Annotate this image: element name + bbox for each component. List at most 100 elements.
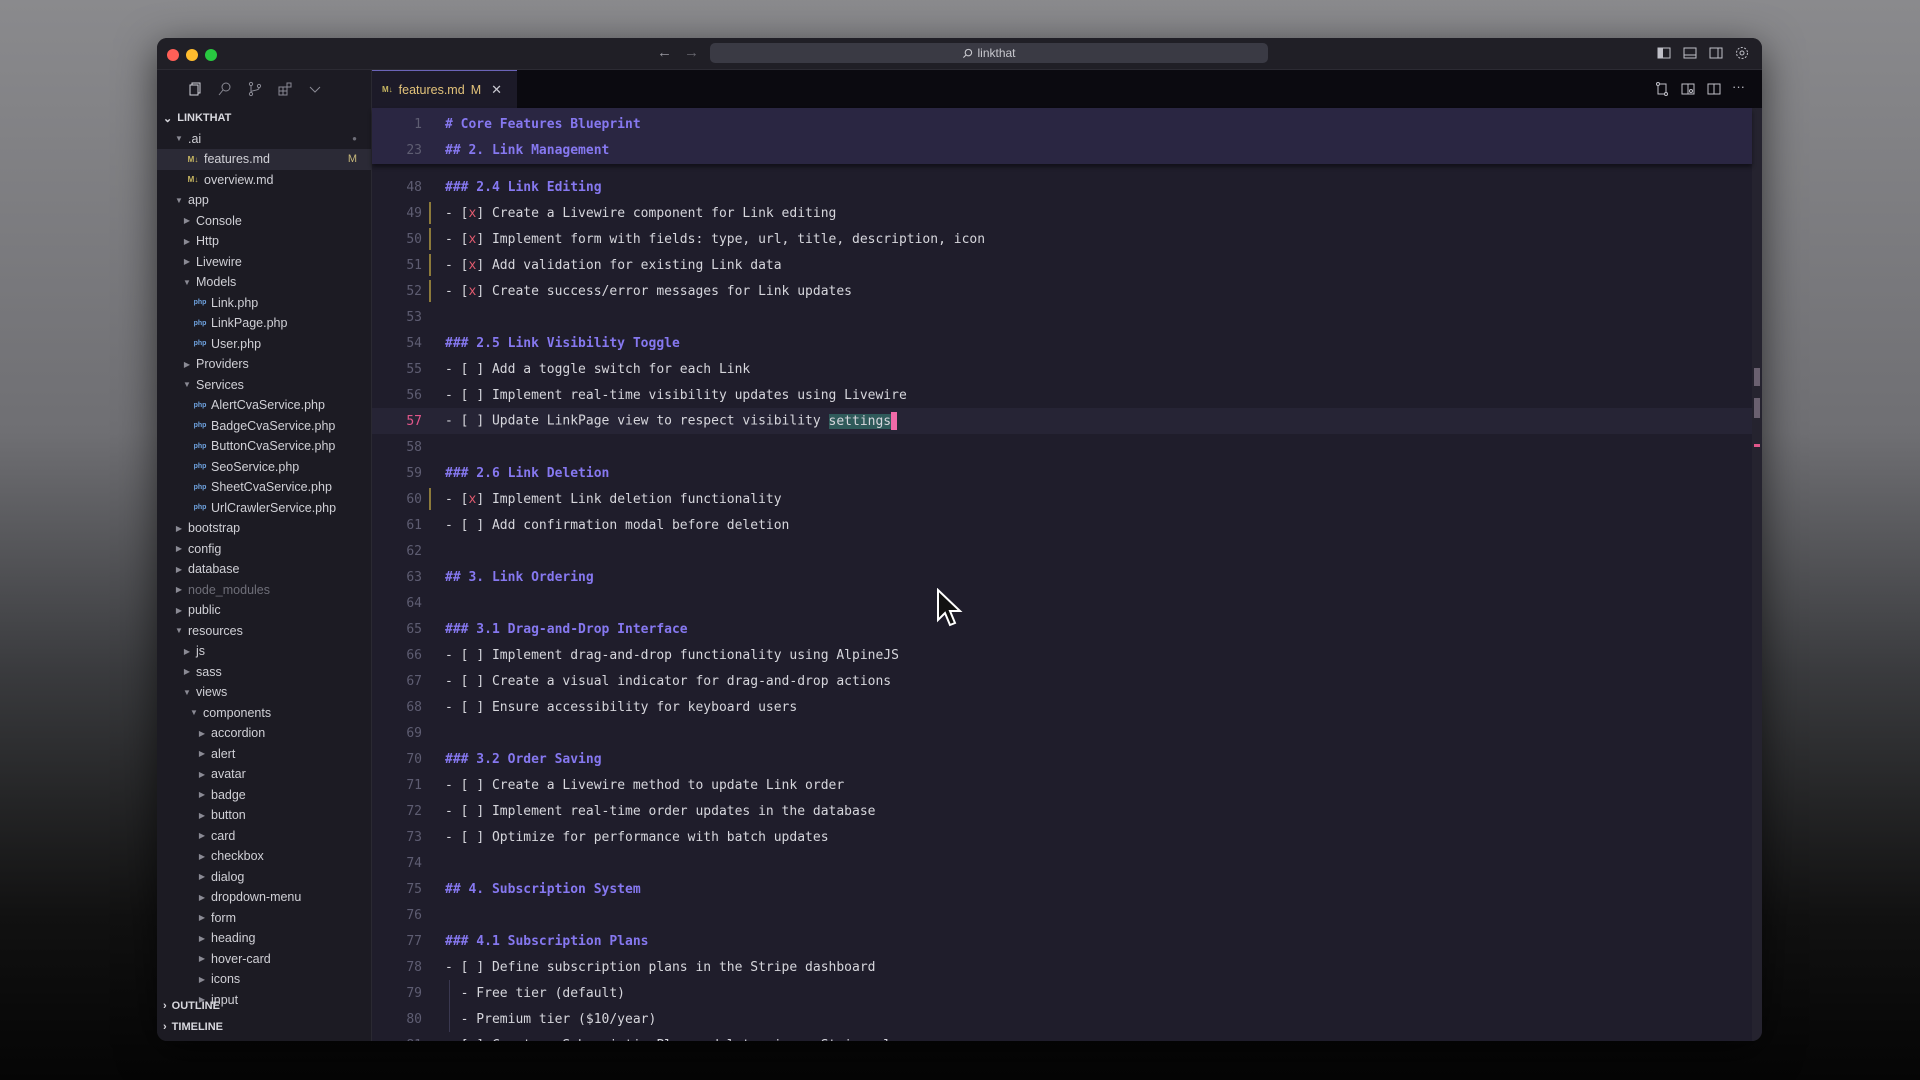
tree-item-seoservice-php[interactable]: php SeoService.php <box>157 457 371 478</box>
sticky-scroll-header[interactable]: 1 # Core Features Blueprint 23 ## 2. Link M… <box>372 108 1752 164</box>
checkbox-mark <box>468 388 476 403</box>
tree-item-checkbox[interactable]: ▶ checkbox <box>157 846 371 867</box>
tree-item-buttoncvaservice-php[interactable]: php ButtonCvaService.php <box>157 436 371 457</box>
line-number: 77 <box>406 933 422 949</box>
close-window-button[interactable] <box>167 49 179 61</box>
tree-item-label: checkbox <box>211 849 264 864</box>
chevron-right-icon: ▶ <box>183 646 191 656</box>
tree-item-label: Link.php <box>211 295 259 310</box>
line-number: 66 <box>406 647 422 663</box>
tree-item-badgecvaservice-php[interactable]: php BadgeCvaService.php <box>157 416 371 437</box>
tree-item-sass[interactable]: ▶ sass <box>157 662 371 683</box>
command-center-search[interactable]: linkthat <box>710 43 1268 63</box>
explorer-icon[interactable] <box>187 81 203 97</box>
tree-item-form[interactable]: ▶ form <box>157 908 371 929</box>
selected-text: settings <box>828 413 892 429</box>
code-line: 55 - [ ] Add a toggle switch for each Lin… <box>372 356 1752 382</box>
tree-item-urlcrawlerservice-php[interactable]: php UrlCrawlerService.php <box>157 498 371 519</box>
open-preview-icon[interactable] <box>1680 81 1696 97</box>
source-control-icon[interactable] <box>247 81 263 97</box>
tree-item-button[interactable]: ▶ button <box>157 805 371 826</box>
tree-item-overview-md[interactable]: M↓ overview.md <box>157 170 371 191</box>
chevron-down-icon[interactable] <box>307 81 323 97</box>
toggle-primary-sidebar-icon[interactable] <box>1656 45 1672 61</box>
tree-item-database[interactable]: ▶ database <box>157 559 371 580</box>
search-icon[interactable] <box>217 81 233 97</box>
task-text: Implement real-time visibility updates u… <box>491 387 907 403</box>
tree-item-providers[interactable]: ▶ Providers <box>157 354 371 375</box>
tree-item-alertcvaservice-php[interactable]: php AlertCvaService.php <box>157 395 371 416</box>
tree-item-alert[interactable]: ▶ alert <box>157 744 371 765</box>
tree-item-app[interactable]: ▼ app <box>157 190 371 211</box>
chevron-right-icon: ▶ <box>198 769 206 779</box>
more-actions-icon[interactable]: ··· <box>1732 80 1748 97</box>
tree-item-bootstrap[interactable]: ▶ bootstrap <box>157 518 371 539</box>
tree-item-avatar[interactable]: ▶ avatar <box>157 764 371 785</box>
close-tab-icon[interactable]: ✕ <box>491 82 502 98</box>
tree-item-badge[interactable]: ▶ badge <box>157 785 371 806</box>
code-line: 68 - [ ] Ensure accessibility for keyboar… <box>372 694 1752 720</box>
tree-item-public[interactable]: ▶ public <box>157 600 371 621</box>
tab-features-md[interactable]: M↓ features.md M ✕ <box>372 70 517 108</box>
line-content: - [x] Implement form with fields: type, … <box>445 231 986 247</box>
tree-item-label: components <box>203 705 272 720</box>
code-line: 54 ### 2.5 Link Visibility Toggle <box>372 330 1752 356</box>
line-content: - [ ] Implement real-time visibility upd… <box>445 387 907 403</box>
open-changes-icon[interactable] <box>1654 81 1670 97</box>
tree-item-label: Console <box>196 213 242 228</box>
markdown-heading: ### 2.6 Link Deletion <box>445 465 610 481</box>
tree-item-livewire[interactable]: ▶ Livewire <box>157 252 371 273</box>
forward-arrow-icon[interactable]: → <box>684 44 699 61</box>
split-editor-icon[interactable] <box>1706 81 1722 97</box>
tree-item-accordion[interactable]: ▶ accordion <box>157 723 371 744</box>
toggle-secondary-sidebar-icon[interactable] <box>1708 45 1724 61</box>
back-arrow-icon[interactable]: ← <box>657 44 672 61</box>
tree-item-http[interactable]: ▶ Http <box>157 231 371 252</box>
maximize-window-button[interactable] <box>205 49 217 61</box>
gear-icon[interactable] <box>1734 45 1750 61</box>
tree-item-icons[interactable]: ▶ icons <box>157 969 371 990</box>
tree-item-dialog[interactable]: ▶ dialog <box>157 867 371 888</box>
tree-item-linkpage-php[interactable]: php LinkPage.php <box>157 313 371 334</box>
tree-item-resources[interactable]: ▼ resources <box>157 621 371 642</box>
tree-item-label: sass <box>196 664 222 679</box>
editor-scrollbar[interactable] <box>1752 108 1762 1041</box>
timeline-section[interactable]: › TIMELINE <box>157 1017 371 1038</box>
line-content: - [x] Create success/error messages for … <box>445 283 852 299</box>
tree-item-config[interactable]: ▶ config <box>157 539 371 560</box>
tree-item-user-php[interactable]: php User.php <box>157 334 371 355</box>
tree-item-features-md[interactable]: M↓ features.md M <box>157 149 371 170</box>
tree-item-node-modules[interactable]: ▶ node_modules <box>157 580 371 601</box>
tree-item-views[interactable]: ▼ views <box>157 682 371 703</box>
markdown-heading: ### 4.1 Subscription Plans <box>445 933 649 949</box>
outline-section[interactable]: › OUTLINE <box>157 996 371 1017</box>
line-content: - [ ] Add confirmation modal before dele… <box>445 517 790 533</box>
tree-item--ai[interactable]: ▼ .ai ● <box>157 129 371 150</box>
chevron-right-icon: ▶ <box>198 810 206 820</box>
line-content: ## 2. Link Management <box>445 143 609 158</box>
minimize-window-button[interactable] <box>186 49 198 61</box>
line-content: ### 2.5 Link Visibility Toggle <box>445 336 680 351</box>
tree-item-js[interactable]: ▶ js <box>157 641 371 662</box>
code-editor[interactable]: 1 # Core Features Blueprint 23 ## 2. Link M… <box>372 108 1752 1041</box>
tree-item-link-php[interactable]: php Link.php <box>157 293 371 314</box>
task-text: Implement real-time order updates in the… <box>491 803 876 819</box>
checkbox-mark <box>468 804 476 819</box>
explorer-root-header[interactable]: ⌄ LINKTHAT <box>157 108 371 129</box>
toggle-panel-icon[interactable] <box>1682 45 1698 61</box>
tree-item-label: bootstrap <box>188 521 241 536</box>
tree-item-heading[interactable]: ▶ heading <box>157 928 371 949</box>
tree-item-components[interactable]: ▼ components <box>157 703 371 724</box>
extensions-icon[interactable] <box>277 81 293 97</box>
chevron-down-icon: ▼ <box>190 708 198 718</box>
line-content: - [x] Add validation for existing Link d… <box>445 257 782 273</box>
tree-item-services[interactable]: ▼ Services <box>157 375 371 396</box>
tree-item-card[interactable]: ▶ card <box>157 826 371 847</box>
tree-item-sheetcvaservice-php[interactable]: php SheetCvaService.php <box>157 477 371 498</box>
tree-item-models[interactable]: ▼ Models <box>157 272 371 293</box>
tree-item-console[interactable]: ▶ Console <box>157 211 371 232</box>
tree-item-label: form <box>211 910 236 925</box>
tree-item-dropdown-menu[interactable]: ▶ dropdown-menu <box>157 887 371 908</box>
tree-item-hover-card[interactable]: ▶ hover-card <box>157 949 371 970</box>
explorer-sidebar: ⌄ LINKTHAT ▼ .ai ● M↓ features.md M M↓ overview.… <box>157 70 372 1041</box>
